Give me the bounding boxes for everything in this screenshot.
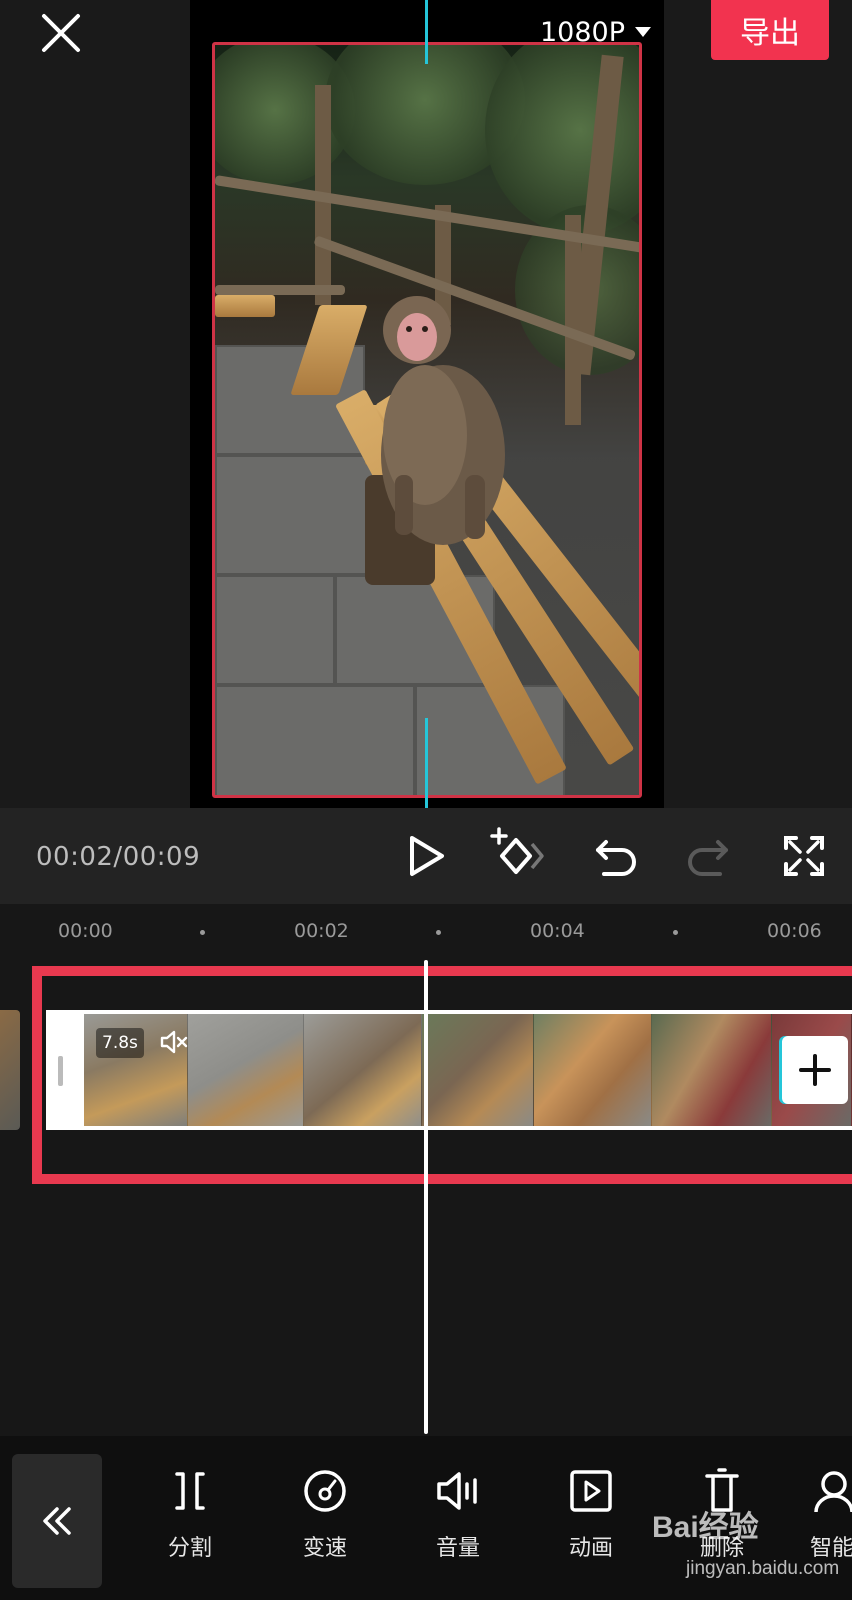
ruler-dot (200, 930, 205, 935)
tool-volume[interactable]: 音量 (408, 1466, 508, 1576)
redo-button[interactable] (680, 826, 736, 886)
undo-button[interactable] (588, 826, 644, 886)
export-button[interactable]: 导出 (711, 0, 829, 60)
video-preview-frame[interactable] (212, 42, 642, 798)
volume-icon (437, 1472, 477, 1510)
tool-animation[interactable]: 动画 (541, 1466, 641, 1576)
tool-label: 动画 (568, 1536, 613, 1561)
scene-bench (215, 295, 275, 317)
tool-split[interactable]: 分割 (140, 1466, 240, 1576)
redo-icon (688, 840, 728, 876)
tool-smart[interactable]: 智能 (786, 1466, 852, 1576)
tool-label: 音量 (435, 1536, 480, 1561)
ruler-dot (436, 930, 441, 935)
tool-delete[interactable]: 删除 (672, 1466, 772, 1576)
speed-icon (304, 1470, 346, 1512)
collapse-button[interactable] (12, 1454, 102, 1588)
close-button[interactable] (38, 10, 84, 56)
resolution-dropdown[interactable]: 1080P (540, 12, 651, 52)
add-clip-button[interactable] (782, 1036, 848, 1104)
scene-paver (215, 455, 385, 575)
ruler-tick: 00:02 (294, 920, 349, 942)
preview-guide-bottom (425, 718, 428, 808)
ruler-tick: 00:04 (530, 920, 585, 942)
delete-icon (705, 1468, 739, 1512)
play-button[interactable] (398, 826, 454, 886)
timeline-playhead[interactable] (424, 960, 428, 1434)
add-keyframe-button[interactable] (488, 826, 550, 886)
timeline-ruler[interactable]: 00:00 00:02 00:04 00:06 (0, 904, 852, 954)
monkey-subject (381, 296, 505, 545)
animation-icon (570, 1470, 612, 1512)
caret-down-icon (635, 27, 651, 37)
close-icon (42, 14, 80, 52)
fullscreen-button[interactable] (776, 826, 832, 886)
preview-area: 1080P 导出 (0, 0, 852, 808)
tool-speed[interactable]: 变速 (275, 1466, 375, 1576)
plus-icon (799, 1054, 831, 1086)
preview-guide-top (425, 0, 428, 64)
tool-label: 删除 (699, 1536, 744, 1561)
playback-controls: 00:02/00:09 (0, 808, 852, 904)
scene-paver (215, 685, 415, 795)
resolution-label: 1080P (540, 16, 625, 48)
split-icon (175, 1472, 205, 1510)
tool-label: 智能 (810, 1536, 852, 1561)
ruler-tick: 00:06 (767, 920, 822, 942)
timecode: 00:02/00:09 (36, 842, 201, 872)
fullscreen-icon (784, 836, 824, 876)
bottom-toolbar: 分割 变速 音量 动画 删除 智能 (0, 1436, 852, 1600)
selection-highlight (32, 966, 852, 1184)
ruler-dot (673, 930, 678, 935)
ruler-tick: 00:00 (58, 920, 113, 942)
tool-label: 分割 (167, 1536, 212, 1561)
previous-clip[interactable] (0, 1010, 20, 1130)
undo-icon (596, 840, 636, 876)
play-icon (410, 836, 444, 876)
scene-post (565, 215, 581, 425)
tool-label: 变速 (302, 1536, 347, 1561)
smart-icon (814, 1471, 852, 1513)
double-chevron-left-icon (43, 1507, 71, 1535)
keyframe-add-icon (490, 827, 544, 874)
scene-railing (215, 285, 345, 295)
scene-paver (215, 575, 335, 685)
